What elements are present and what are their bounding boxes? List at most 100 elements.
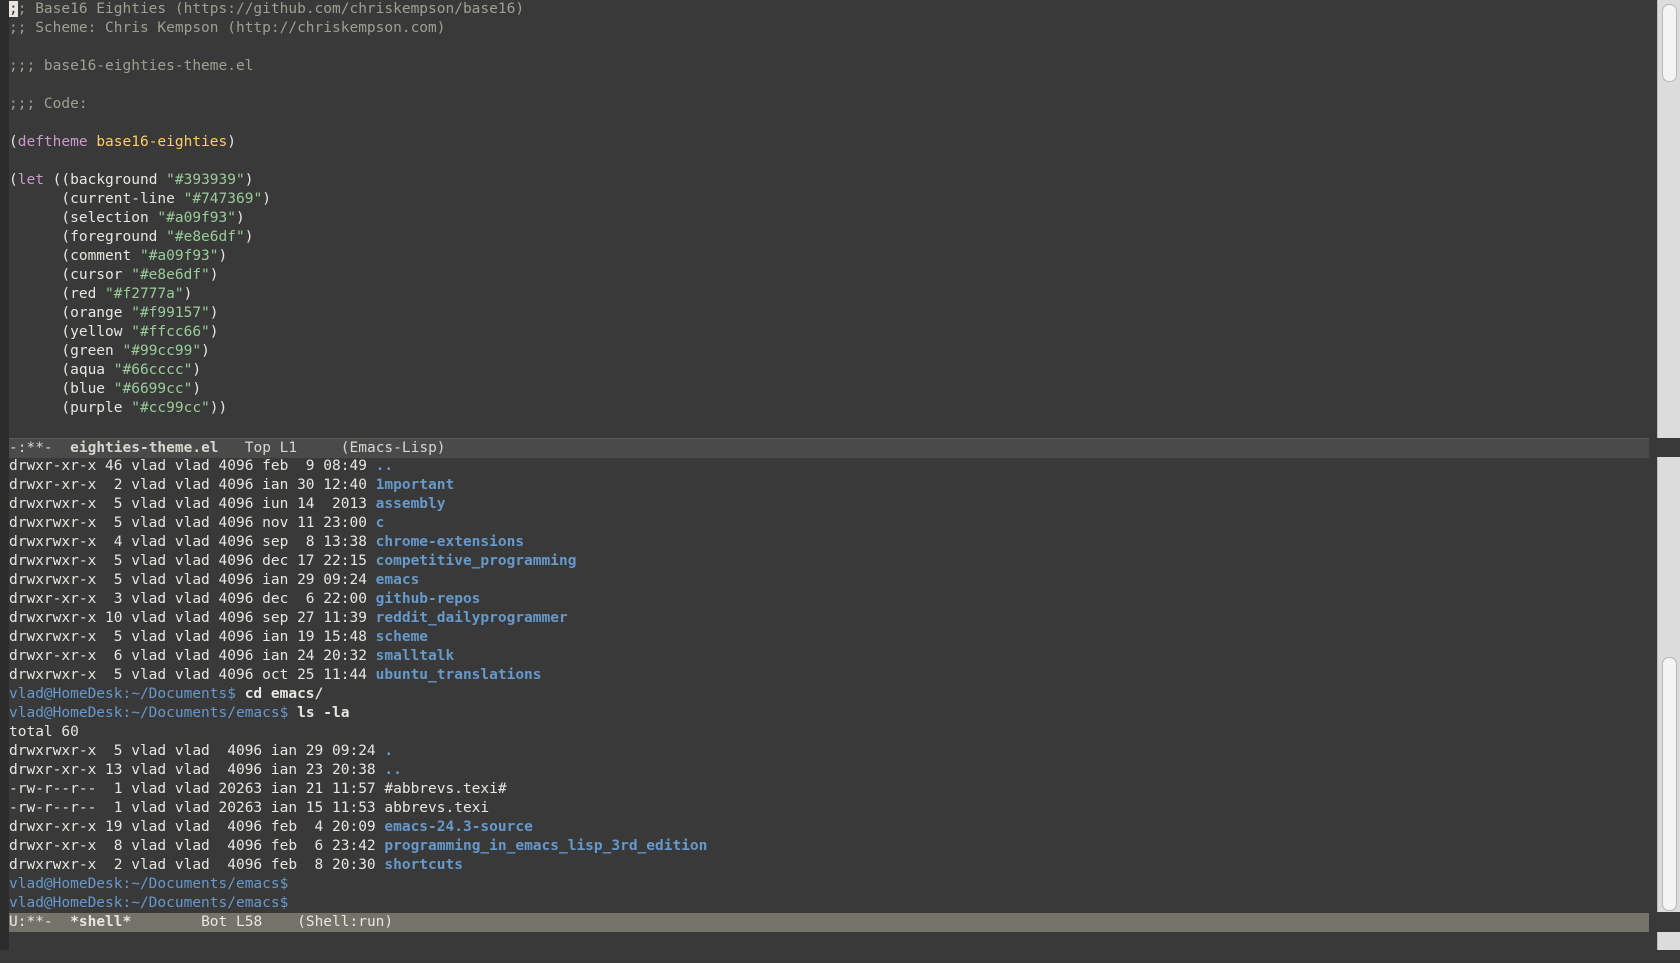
modeline-mode[interactable]: (Shell:run) — [297, 914, 393, 930]
text-span: ( — [9, 134, 18, 150]
string-literal: "#e8e6df" — [166, 229, 245, 245]
shell-line[interactable]: vlad@HomeDesk:~/Documents/emacs$ — [9, 894, 1649, 913]
shell-line[interactable]: drwxrwxr-x 5 vlad vlad 4096 ian 29 09:24… — [9, 571, 1649, 590]
string-literal: "#6699cc" — [113, 381, 193, 397]
code-line[interactable]: (red "#f2777a") — [9, 285, 1649, 304]
code-line[interactable] — [9, 76, 1649, 95]
modeline-position: Top L1 — [244, 440, 298, 456]
text-span: deftheme — [17, 134, 88, 150]
code-line[interactable] — [9, 38, 1649, 57]
code-line[interactable]: ;;; Code: — [9, 95, 1649, 114]
directory-name: chrome-extensions — [375, 534, 525, 550]
shell-line[interactable]: drwxrwxr-x 5 vlad vlad 4096 dec 17 22:15… — [9, 552, 1649, 571]
text-span: (red — [9, 286, 106, 302]
directory-name: .. — [375, 458, 394, 474]
comment-text: ; Base16 Eighties (https://github.com/ch… — [17, 1, 525, 17]
shell-prompt: vlad@HomeDesk:~/Documents/emacs$ — [9, 876, 289, 892]
code-line[interactable]: (aqua "#66cccc") — [9, 361, 1649, 380]
string-literal: "#66cccc" — [113, 362, 193, 378]
string-literal: "#ffcc66" — [131, 324, 210, 340]
shell-line[interactable]: drwxrwxr-x 5 vlad vlad 4096 ian 19 15:48… — [9, 628, 1649, 647]
shell-line[interactable]: drwxr-xr-x 19 vlad vlad 4096 feb 4 20:09… — [9, 818, 1649, 837]
string-literal: "#747369" — [183, 191, 263, 207]
editor-window[interactable]: ;; Base16 Eighties (https://github.com/c… — [9, 0, 1649, 438]
text-span: (foreground — [9, 229, 167, 245]
shell-line[interactable]: vlad@HomeDesk:~/Documents/emacs$ ls -la — [9, 704, 1649, 723]
directory-name: competitive_programming — [375, 553, 577, 569]
shell-scrollbar[interactable] — [1657, 457, 1680, 912]
text-span: drwxrwxr-x 5 vlad vlad 4096 nov 11 23:00 — [9, 515, 376, 531]
code-line[interactable]: (selection "#a09f93") — [9, 209, 1649, 228]
editor-scrollbar-thumb[interactable] — [1662, 4, 1677, 82]
text-span: drwxr-xr-x 19 vlad vlad 4096 feb 4 20:09 — [9, 819, 385, 835]
directory-name: . — [384, 743, 394, 759]
shell-line[interactable]: drwxr-xr-x 2 vlad vlad 4096 ian 30 12:40… — [9, 476, 1649, 495]
code-line[interactable]: (deftheme base16-eighties) — [9, 133, 1649, 152]
text-span: (yellow — [9, 324, 132, 340]
text-span: drwxrwxr-x 5 vlad vlad 4096 ian 29 09:24 — [9, 572, 376, 588]
directory-name: .. — [384, 762, 402, 778]
shell-line[interactable]: vlad@HomeDesk:~/Documents/emacs$ — [9, 875, 1649, 894]
text-span: total 60 — [9, 724, 79, 740]
code-line[interactable]: (comment "#a09f93") — [9, 247, 1649, 266]
text-span: )) — [209, 400, 228, 416]
code-line[interactable]: (blue "#6699cc") — [9, 380, 1649, 399]
minibuffer[interactable] — [0, 932, 1680, 963]
shell-prompt: vlad@HomeDesk:~/Documents/emacs$ — [9, 705, 298, 721]
text-span: ) — [227, 134, 236, 150]
text-span: cd emacs/ — [244, 686, 324, 702]
editor-scrollbar[interactable] — [1657, 0, 1680, 438]
directory-name: ubuntu_translations — [375, 667, 542, 683]
code-line[interactable]: (orange "#f99157") — [9, 304, 1649, 323]
text-span: ) — [192, 362, 202, 378]
comment-text: ;;; Code: — [9, 96, 88, 112]
modeline-buffer-name[interactable]: eighties-theme.el — [70, 440, 218, 456]
code-line[interactable]: (cursor "#e8e6df") — [9, 266, 1649, 285]
text-span: let — [17, 172, 44, 188]
shell-line[interactable]: drwxr-xr-x 3 vlad vlad 4096 dec 6 22:00 … — [9, 590, 1649, 609]
code-line[interactable]: (foreground "#e8e6df") — [9, 228, 1649, 247]
shell-line[interactable]: drwxrwxr-x 2 vlad vlad 4096 feb 8 20:30 … — [9, 856, 1649, 875]
shell-line[interactable]: drwxrwxr-x 10 vlad vlad 4096 sep 27 11:3… — [9, 609, 1649, 628]
shell-line[interactable]: total 60 — [9, 723, 1649, 742]
code-line[interactable]: ;;; base16-eighties-theme.el — [9, 57, 1649, 76]
directory-name: programming_in_emacs_lisp_3rd_edition — [384, 838, 708, 854]
code-line[interactable]: (let ((background "#393939") — [9, 171, 1649, 190]
text-span: drwxrwxr-x 5 vlad vlad 4096 dec 17 22:15 — [9, 553, 376, 569]
text-span: (comment — [9, 248, 140, 264]
code-line[interactable]: ;; Base16 Eighties (https://github.com/c… — [9, 0, 1649, 19]
shell-line[interactable]: drwxr-xr-x 6 vlad vlad 4096 ian 24 20:32… — [9, 647, 1649, 666]
text-span: (selection — [9, 210, 158, 226]
shell-line[interactable]: drwxrwxr-x 5 vlad vlad 4096 ian 29 09:24… — [9, 742, 1649, 761]
text-span: drwxrwxr-x 5 vlad vlad 4096 oct 25 11:44 — [9, 667, 376, 683]
shell-line[interactable]: drwxr-xr-x 13 vlad vlad 4096 ian 23 20:3… — [9, 761, 1649, 780]
shell-line[interactable]: -rw-r--r-- 1 vlad vlad 20263 ian 15 11:5… — [9, 799, 1649, 818]
shell-line[interactable]: drwxrwxr-x 4 vlad vlad 4096 sep 8 13:38 … — [9, 533, 1649, 552]
shell-line[interactable]: drwxr-xr-x 8 vlad vlad 4096 feb 6 23:42 … — [9, 837, 1649, 856]
code-line[interactable]: (purple "#cc99cc")) — [9, 399, 1649, 418]
code-line[interactable]: (green "#99cc99") — [9, 342, 1649, 361]
shell-line[interactable]: drwxrwxr-x 5 vlad vlad 4096 nov 11 23:00… — [9, 514, 1649, 533]
shell-line[interactable]: -rw-r--r-- 1 vlad vlad 20263 ian 21 11:5… — [9, 780, 1649, 799]
string-literal: "#cc99cc" — [131, 400, 210, 416]
text-span: ( — [9, 172, 18, 188]
shell-line[interactable]: drwxrwxr-x 5 vlad vlad 4096 iun 14 2013 … — [9, 495, 1649, 514]
shell-window[interactable]: drwxr-xr-x 46 vlad vlad 4096 feb 9 08:49… — [9, 457, 1649, 913]
minibuffer-fringe — [0, 932, 9, 950]
modeline-mode[interactable]: (Emacs-Lisp) — [341, 440, 446, 456]
code-line[interactable] — [9, 114, 1649, 133]
text-span: (current-line — [9, 191, 184, 207]
text-span: ((background — [43, 172, 167, 188]
code-line[interactable]: ;; Scheme: Chris Kempson (http://chriske… — [9, 19, 1649, 38]
code-line[interactable] — [9, 152, 1649, 171]
shell-line[interactable]: drwxr-xr-x 46 vlad vlad 4096 feb 9 08:49… — [9, 457, 1649, 476]
text-span: (green — [9, 343, 123, 359]
code-line[interactable]: (yellow "#ffcc66") — [9, 323, 1649, 342]
shell-line[interactable]: vlad@HomeDesk:~/Documents$ cd emacs/ — [9, 685, 1649, 704]
shell-scrollbar-thumb[interactable] — [1662, 657, 1677, 911]
text-span: drwxrwxr-x 4 vlad vlad 4096 sep 8 13:38 — [9, 534, 376, 550]
shell-line[interactable]: drwxrwxr-x 5 vlad vlad 4096 oct 25 11:44… — [9, 666, 1649, 685]
modeline-buffer-name[interactable]: *shell* — [70, 914, 131, 930]
code-line[interactable]: (current-line "#747369") — [9, 190, 1649, 209]
string-literal: "#e8e6df" — [131, 267, 210, 283]
